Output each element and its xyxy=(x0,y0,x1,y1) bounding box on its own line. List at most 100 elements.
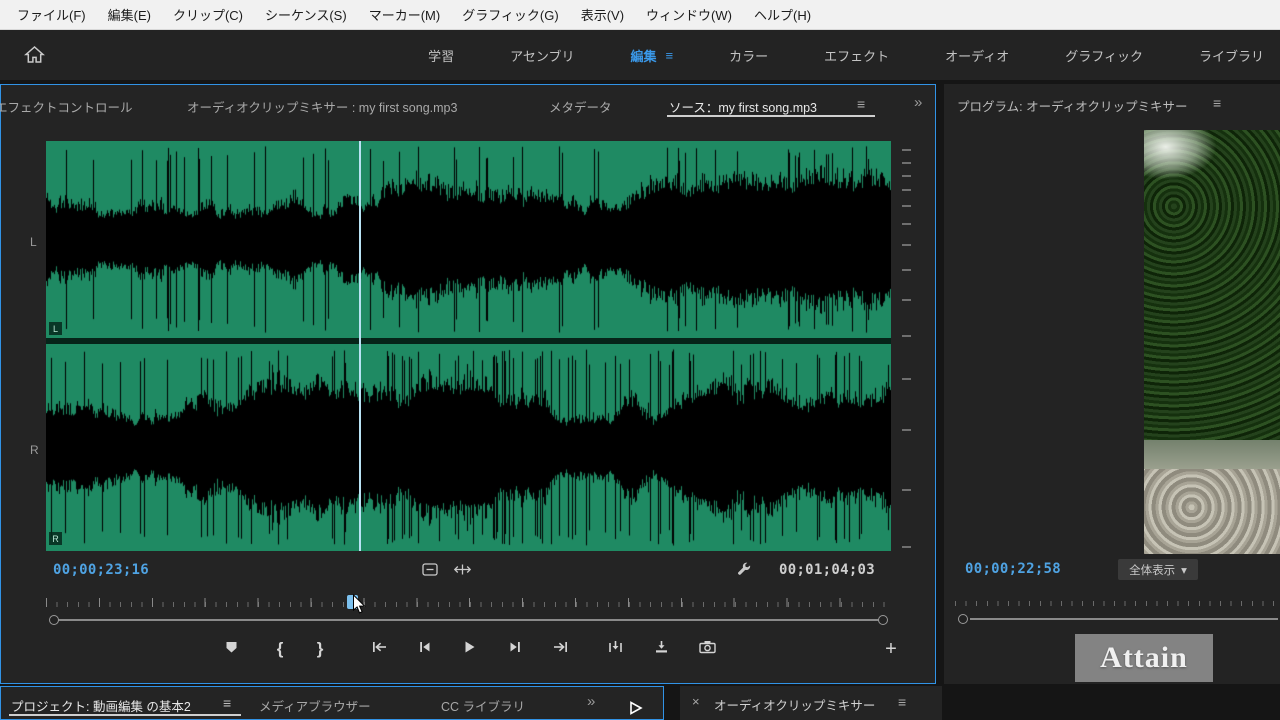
zoom-ruler-major-ticks xyxy=(46,598,891,607)
project-active-underline xyxy=(9,714,241,716)
zoom-scrollbar[interactable] xyxy=(54,619,884,621)
mark-in-button[interactable]: { xyxy=(266,635,294,665)
program-video-frame xyxy=(1144,130,1280,554)
monitor-settings-icon[interactable] xyxy=(422,563,438,581)
goto-in-icon xyxy=(371,640,388,659)
tab-overflow-icon[interactable]: » xyxy=(914,94,922,111)
waveform-right-tag: R xyxy=(49,532,62,545)
channel-right-label: R xyxy=(30,443,39,457)
program-zoom-ruler xyxy=(955,601,1277,606)
menu-file[interactable]: ファイル(F) xyxy=(6,5,97,24)
program-zoom-scrollbar[interactable] xyxy=(970,618,1278,620)
play-button[interactable] xyxy=(455,635,483,663)
insert-button[interactable] xyxy=(601,635,629,663)
goto-out-icon xyxy=(552,640,569,659)
mixer-panel-menu-icon[interactable]: ≡ xyxy=(898,694,906,710)
tab-project[interactable]: プロジェクト: 動画編集 の基本2 xyxy=(11,696,191,715)
panel-menu-icon[interactable]: ≡ xyxy=(857,96,865,112)
step-forward-icon xyxy=(509,640,522,659)
program-current-timecode[interactable]: 00;00;22;58 xyxy=(965,561,1061,577)
overwrite-button[interactable] xyxy=(647,635,675,663)
source-current-timecode[interactable]: 00;00;23;16 xyxy=(53,562,149,578)
tab-audio-clip-mixer-bottom[interactable]: オーディオクリップミキサー xyxy=(714,695,875,714)
tab-cc-libraries[interactable]: CC ライブラリ xyxy=(441,696,525,715)
chevron-down-icon: ▾ xyxy=(1181,563,1187,577)
workspace-tab-color[interactable]: カラー xyxy=(729,46,768,65)
workspace-tab-assembly[interactable]: アセンブリ xyxy=(510,46,574,65)
db-tick xyxy=(902,223,911,225)
menu-clip[interactable]: クリップ(C) xyxy=(162,5,254,24)
source-duration-timecode: 00;01;04;03 xyxy=(779,562,875,578)
drag-audio-icon[interactable] xyxy=(453,563,472,581)
active-tab-underline xyxy=(667,115,875,117)
tab-media-browser[interactable]: メディアブラウザー xyxy=(259,696,371,715)
marker-icon xyxy=(225,640,238,659)
workspace-tab-learning[interactable]: 学習 xyxy=(428,46,454,65)
db-tick xyxy=(902,205,911,207)
workspace-tab-libraries[interactable]: ライブラリ xyxy=(1199,46,1264,65)
monitor-wrench-icon[interactable] xyxy=(736,561,751,581)
tab-audio-clip-mixer[interactable]: オーディオクリップミキサー : my first song.mp3 xyxy=(187,97,457,116)
goto-in-button[interactable] xyxy=(365,635,393,663)
db-tick xyxy=(902,546,911,548)
mark-out-button[interactable]: } xyxy=(306,635,334,665)
tab-source[interactable]: ソース：my first song.mp3 xyxy=(669,97,817,116)
db-tick xyxy=(902,378,911,380)
db-scale-ruler xyxy=(899,141,913,551)
mixer-panel-tabs: × オーディオクリップミキサー ≡ xyxy=(680,686,942,720)
home-icon xyxy=(24,51,45,68)
workspace-tab-audio[interactable]: オーディオ xyxy=(945,46,1009,65)
workspace-tab-graphics[interactable]: グラフィック xyxy=(1065,46,1143,65)
export-frame-button[interactable] xyxy=(693,635,721,663)
camera-icon xyxy=(699,640,716,659)
home-button[interactable] xyxy=(24,45,45,69)
menu-marker[interactable]: マーカー(M) xyxy=(358,5,452,24)
menu-view[interactable]: 表示(V) xyxy=(570,5,635,24)
channel-left-label: L xyxy=(30,235,37,249)
db-tick xyxy=(902,335,911,337)
goto-out-button[interactable] xyxy=(546,635,574,663)
workspace-tab-editing[interactable]: 編集 ≡ xyxy=(631,46,674,65)
db-tick xyxy=(902,429,911,431)
db-tick xyxy=(902,149,911,151)
db-tick xyxy=(902,189,911,191)
playhead-line[interactable] xyxy=(359,141,361,551)
program-zoom-handle[interactable] xyxy=(958,614,968,624)
menu-window[interactable]: ウィンドウ(W) xyxy=(635,5,743,24)
workspace-tab-effects[interactable]: エフェクト xyxy=(824,46,889,65)
menu-help[interactable]: ヘルプ(H) xyxy=(743,5,822,24)
tab-metadata[interactable]: メタデータ xyxy=(549,97,612,116)
db-tick xyxy=(902,269,911,271)
tab-effect-controls[interactable]: エフェクトコントロール xyxy=(0,97,133,116)
fit-zoom-value: 全体表示 xyxy=(1129,562,1175,578)
menu-bar: ファイル(F) 編集(E) クリップ(C) シーケンス(S) マーカー(M) グ… xyxy=(0,0,1280,30)
workspace-menu-icon[interactable]: ≡ xyxy=(666,48,674,63)
menu-graphics[interactable]: グラフィック(G) xyxy=(451,5,570,24)
fit-zoom-dropdown[interactable]: 全体表示 ▾ xyxy=(1118,559,1198,580)
button-editor-plus[interactable]: + xyxy=(877,635,905,663)
step-forward-button[interactable] xyxy=(501,635,529,663)
insert-icon xyxy=(608,640,623,659)
video-river xyxy=(1144,440,1280,470)
tab-program[interactable]: プログラム: オーディオクリップミキサー xyxy=(957,96,1187,115)
close-icon[interactable]: × xyxy=(692,694,700,709)
menu-sequence[interactable]: シーケンス(S) xyxy=(254,5,358,24)
add-marker-button[interactable] xyxy=(217,635,245,663)
project-panel-menu-icon[interactable]: ≡ xyxy=(223,695,231,711)
db-tick xyxy=(902,299,911,301)
play-cursor-icon xyxy=(629,701,643,720)
bottom-tab-overflow-icon[interactable]: » xyxy=(587,693,595,710)
step-back-button[interactable] xyxy=(410,635,438,663)
source-monitor-panel: エフェクトコントロール オーディオクリップミキサー : my first son… xyxy=(0,84,936,684)
workspace-bar: 学習 アセンブリ 編集 ≡ カラー エフェクト オーディオ グラフィック ライブ… xyxy=(0,30,1280,80)
zoom-handle-left[interactable] xyxy=(49,615,59,625)
overwrite-icon xyxy=(654,640,669,659)
attain-watermark: Attain xyxy=(1075,634,1213,682)
waveform-right-channel xyxy=(46,344,891,551)
project-panel-tabs: プロジェクト: 動画編集 の基本2 ≡ メディアブラウザー CC ライブラリ » xyxy=(0,686,664,720)
menu-edit[interactable]: 編集(E) xyxy=(97,5,162,24)
program-panel-menu-icon[interactable]: ≡ xyxy=(1213,95,1221,111)
db-tick xyxy=(902,489,911,491)
workspace-tabs: 学習 アセンブリ 編集 ≡ カラー エフェクト オーディオ グラフィック ライブ… xyxy=(428,30,1264,80)
zoom-handle-right[interactable] xyxy=(878,615,888,625)
